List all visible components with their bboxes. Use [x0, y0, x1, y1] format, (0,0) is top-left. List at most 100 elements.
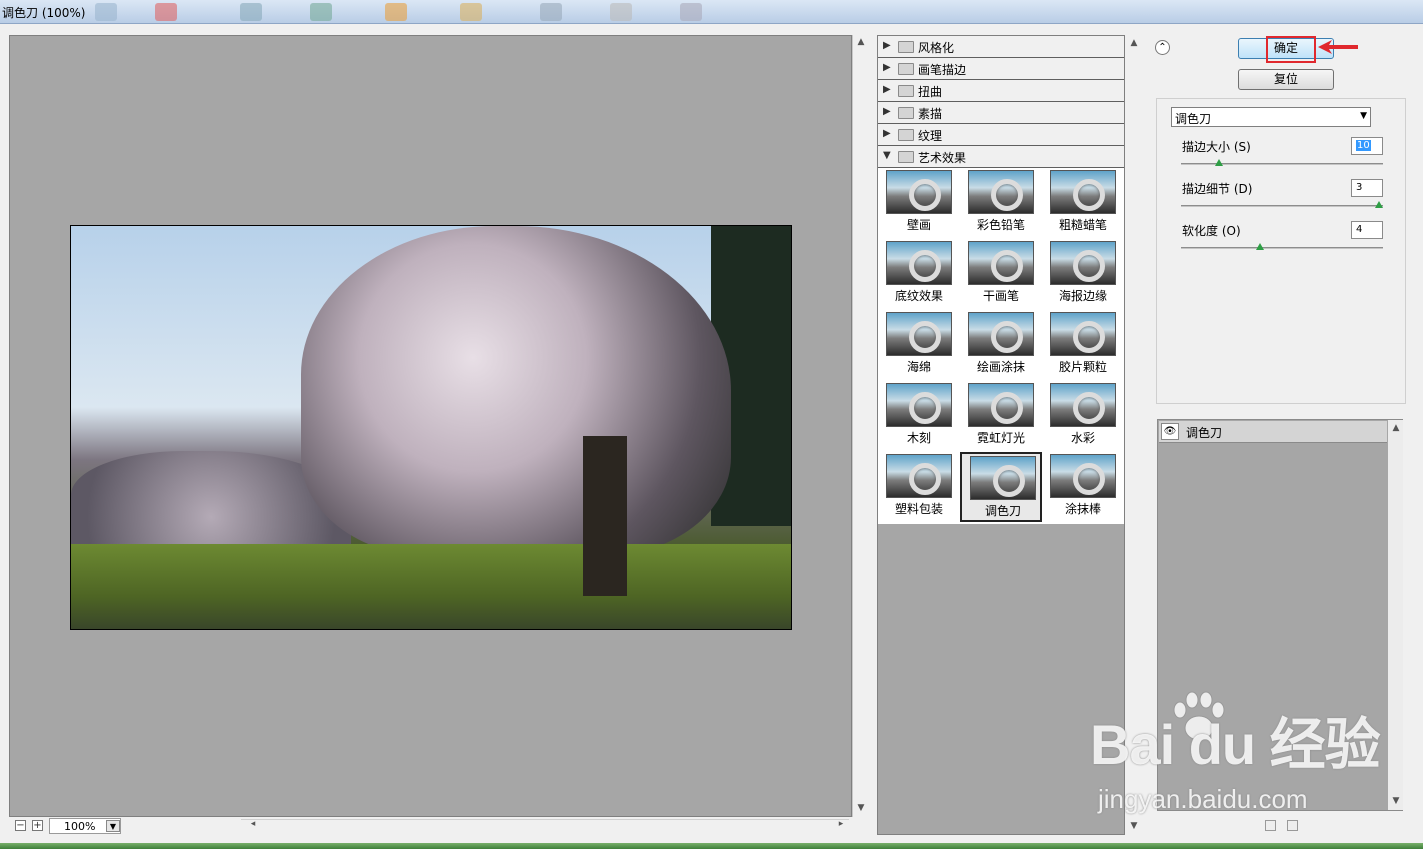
collapse-arrow-icon[interactable]: ▼: [883, 150, 891, 161]
taskbar-icon[interactable]: [460, 3, 482, 21]
category-label: 风格化: [918, 41, 955, 55]
folder-icon: [898, 151, 914, 163]
thumbnail-label: 调色刀: [984, 504, 1021, 518]
category-artistic[interactable]: ▼ 艺术效果: [878, 146, 1124, 168]
thumbnail-image: [886, 170, 952, 214]
stroke-size-slider[interactable]: [1181, 159, 1383, 166]
slider-thumb[interactable]: [1256, 243, 1265, 250]
effect-layer-row[interactable]: 👁 调色刀: [1159, 421, 1387, 443]
layers-scrollbar[interactable]: ▲ ▼: [1388, 420, 1403, 810]
taskbar-icon[interactable]: [610, 3, 632, 21]
filter-thumbnail[interactable]: 壁画: [878, 168, 960, 238]
filter-thumbnail[interactable]: 海报边缘: [1042, 239, 1124, 309]
expand-arrow-icon[interactable]: ▶: [883, 84, 891, 95]
scroll-right-icon[interactable]: ▸: [833, 819, 849, 829]
slider-thumb[interactable]: [1214, 159, 1223, 166]
thumbnail-label: 木刻: [906, 431, 931, 445]
category-brush-strokes[interactable]: ▶ 画笔描边: [878, 58, 1124, 80]
filter-select[interactable]: 调色刀 ▼: [1171, 107, 1371, 127]
collapse-gallery-icon[interactable]: ⌃: [1155, 40, 1170, 55]
thumbnail-image: [886, 241, 952, 285]
eye-icon[interactable]: 👁: [1161, 423, 1179, 440]
thumbnail-label: 粗糙蜡笔: [1058, 218, 1107, 232]
thumbnail-image: [1050, 241, 1116, 285]
taskbar-icon[interactable]: [385, 3, 407, 21]
filter-thumbnail[interactable]: 彩色铅笔: [960, 168, 1042, 238]
expand-arrow-icon[interactable]: ▶: [883, 62, 891, 73]
thumbnail-image: [968, 312, 1034, 356]
folder-icon: [898, 85, 914, 97]
chevron-down-icon: ▼: [1360, 111, 1367, 121]
stroke-detail-slider[interactable]: [1181, 201, 1383, 208]
category-stylize[interactable]: ▶ 风格化: [878, 36, 1124, 58]
annotation-highlight-box: [1266, 36, 1316, 63]
category-label: 画笔描边: [918, 63, 967, 77]
scroll-up-icon[interactable]: ▲: [1126, 38, 1142, 48]
scroll-left-icon[interactable]: ◂: [245, 819, 261, 829]
thumbnail-label: 海绵: [906, 360, 931, 374]
stroke-size-input[interactable]: 10: [1351, 137, 1383, 155]
stroke-detail-input[interactable]: 3: [1351, 179, 1383, 197]
expand-arrow-icon[interactable]: ▶: [883, 106, 891, 117]
preview-image: [70, 225, 792, 630]
zoom-in-button[interactable]: +: [32, 820, 43, 831]
filter-thumbnail[interactable]: 绘画涂抹: [960, 310, 1042, 380]
expand-arrow-icon[interactable]: ▶: [883, 128, 891, 139]
thumbnail-label: 彩色铅笔: [976, 218, 1025, 232]
scroll-up-icon[interactable]: ▲: [853, 37, 869, 47]
reset-button[interactable]: 复位: [1238, 69, 1334, 90]
taskbar-icon[interactable]: [240, 3, 262, 21]
filter-thumbnail[interactable]: 干画笔: [960, 239, 1042, 309]
preview-canvas[interactable]: [9, 35, 852, 817]
filter-select-value: 调色刀: [1175, 112, 1212, 126]
thumbnail-label: 水彩: [1070, 431, 1095, 445]
watermark-url: jingyan.baidu.com: [1098, 784, 1308, 814]
filter-thumbnail[interactable]: 海绵: [878, 310, 960, 380]
thumbnail-label: 壁画: [906, 218, 931, 232]
category-label: 纹理: [918, 129, 943, 143]
category-sketch[interactable]: ▶ 素描: [878, 102, 1124, 124]
filter-thumbnail[interactable]: 胶片颗粒: [1042, 310, 1124, 380]
expand-arrow-icon[interactable]: ▶: [883, 40, 891, 51]
scroll-down-icon[interactable]: ▼: [1388, 796, 1404, 806]
category-texture[interactable]: ▶ 纹理: [878, 124, 1124, 146]
taskbar-icon[interactable]: [310, 3, 332, 21]
taskbar-icon[interactable]: [540, 3, 562, 21]
thumbnail-image: [1050, 312, 1116, 356]
filter-thumbnail[interactable]: 木刻: [878, 381, 960, 451]
filter-thumbnail[interactable]: 粗糙蜡笔: [1042, 168, 1124, 238]
new-layer-icon[interactable]: [1265, 820, 1276, 831]
thumbnail-image: [1050, 454, 1116, 498]
filter-settings-panel: 调色刀 ▼ 描边大小 (S) 10 描边细节 (D) 3 软化度 (O) 4: [1156, 98, 1406, 404]
trash-icon[interactable]: [1287, 820, 1298, 831]
thumbnail-label: 海报边缘: [1058, 289, 1107, 303]
slider-thumb[interactable]: [1375, 201, 1383, 208]
thumbnail-image: [1050, 383, 1116, 427]
filter-thumbnail[interactable]: 塑料包装: [878, 452, 960, 522]
layer-name: 调色刀: [1186, 426, 1223, 440]
softness-slider[interactable]: [1181, 243, 1383, 250]
softness-input[interactable]: 4: [1351, 221, 1383, 239]
zoom-value: 100%: [64, 820, 96, 833]
category-distort[interactable]: ▶ 扭曲: [878, 80, 1124, 102]
zoom-field[interactable]: 100% ▼: [49, 818, 121, 834]
taskbar-icon[interactable]: [155, 3, 177, 21]
thumbnail-label: 涂抹棒: [1064, 502, 1101, 516]
scroll-down-icon[interactable]: ▼: [853, 803, 869, 813]
preview-horizontal-scrollbar[interactable]: ◂ ▸: [241, 819, 849, 833]
filter-thumbnail[interactable]: 水彩: [1042, 381, 1124, 451]
thumbnail-label: 干画笔: [982, 289, 1019, 303]
preview-vertical-scrollbar[interactable]: ▲ ▼: [852, 35, 868, 817]
scroll-up-icon[interactable]: ▲: [1388, 423, 1404, 433]
thumbnail-label: 塑料包装: [894, 502, 943, 516]
zoom-out-button[interactable]: −: [15, 820, 26, 831]
filter-thumbnail[interactable]: 霓虹灯光: [960, 381, 1042, 451]
filter-thumbnails: 壁画 彩色铅笔 粗糙蜡笔 底纹效果 干画笔 海报边缘 海绵 绘画涂抹 胶片颗粒 …: [878, 168, 1124, 524]
chevron-down-icon[interactable]: ▼: [106, 820, 120, 832]
taskbar-icon[interactable]: [95, 3, 117, 21]
taskbar-icon[interactable]: [680, 3, 702, 21]
filter-thumbnail[interactable]: 涂抹棒: [1042, 452, 1124, 522]
filter-thumbnail-selected[interactable]: 调色刀: [960, 452, 1042, 522]
filter-thumbnail[interactable]: 底纹效果: [878, 239, 960, 309]
scroll-down-icon[interactable]: ▼: [1126, 821, 1142, 831]
